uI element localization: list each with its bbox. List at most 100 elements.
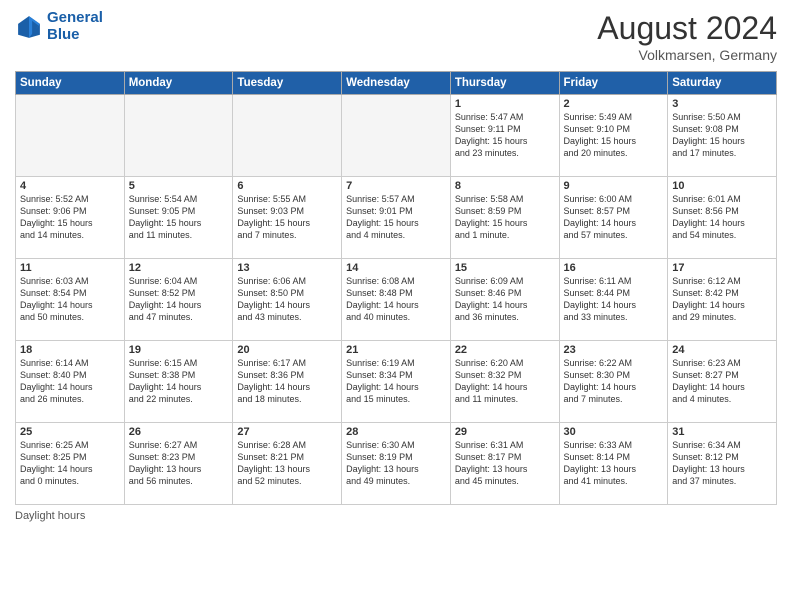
day-info: Sunrise: 6:06 AM Sunset: 8:50 PM Dayligh… xyxy=(237,275,337,324)
day-number: 13 xyxy=(237,262,337,274)
day-info: Sunrise: 5:57 AM Sunset: 9:01 PM Dayligh… xyxy=(346,193,446,242)
table-row: 4Sunrise: 5:52 AM Sunset: 9:06 PM Daylig… xyxy=(16,177,125,259)
day-number: 3 xyxy=(672,98,772,110)
day-info: Sunrise: 6:01 AM Sunset: 8:56 PM Dayligh… xyxy=(672,193,772,242)
day-info: Sunrise: 6:30 AM Sunset: 8:19 PM Dayligh… xyxy=(346,439,446,488)
table-row: 28Sunrise: 6:30 AM Sunset: 8:19 PM Dayli… xyxy=(342,423,451,505)
col-friday: Friday xyxy=(559,72,668,95)
table-row: 15Sunrise: 6:09 AM Sunset: 8:46 PM Dayli… xyxy=(450,259,559,341)
day-info: Sunrise: 6:31 AM Sunset: 8:17 PM Dayligh… xyxy=(455,439,555,488)
day-number: 4 xyxy=(20,180,120,192)
calendar-week-row: 4Sunrise: 5:52 AM Sunset: 9:06 PM Daylig… xyxy=(16,177,777,259)
day-info: Sunrise: 6:12 AM Sunset: 8:42 PM Dayligh… xyxy=(672,275,772,324)
title-block: August 2024 Volkmarsen, Germany xyxy=(597,10,777,63)
table-row: 19Sunrise: 6:15 AM Sunset: 8:38 PM Dayli… xyxy=(124,341,233,423)
col-saturday: Saturday xyxy=(668,72,777,95)
footer-label: Daylight hours xyxy=(15,510,85,522)
table-row: 21Sunrise: 6:19 AM Sunset: 8:34 PM Dayli… xyxy=(342,341,451,423)
day-info: Sunrise: 5:58 AM Sunset: 8:59 PM Dayligh… xyxy=(455,193,555,242)
table-row: 26Sunrise: 6:27 AM Sunset: 8:23 PM Dayli… xyxy=(124,423,233,505)
day-info: Sunrise: 6:11 AM Sunset: 8:44 PM Dayligh… xyxy=(564,275,664,324)
day-number: 20 xyxy=(237,344,337,356)
table-row: 8Sunrise: 5:58 AM Sunset: 8:59 PM Daylig… xyxy=(450,177,559,259)
logo-icon xyxy=(15,13,43,41)
table-row xyxy=(233,95,342,177)
table-row: 20Sunrise: 6:17 AM Sunset: 8:36 PM Dayli… xyxy=(233,341,342,423)
table-row xyxy=(124,95,233,177)
calendar-week-row: 1Sunrise: 5:47 AM Sunset: 9:11 PM Daylig… xyxy=(16,95,777,177)
table-row: 27Sunrise: 6:28 AM Sunset: 8:21 PM Dayli… xyxy=(233,423,342,505)
table-row: 3Sunrise: 5:50 AM Sunset: 9:08 PM Daylig… xyxy=(668,95,777,177)
logo-text: General Blue xyxy=(47,10,103,43)
location: Volkmarsen, Germany xyxy=(597,47,777,63)
day-number: 2 xyxy=(564,98,664,110)
day-number: 30 xyxy=(564,426,664,438)
day-number: 17 xyxy=(672,262,772,274)
day-number: 1 xyxy=(455,98,555,110)
day-number: 14 xyxy=(346,262,446,274)
day-number: 24 xyxy=(672,344,772,356)
day-number: 22 xyxy=(455,344,555,356)
table-row: 1Sunrise: 5:47 AM Sunset: 9:11 PM Daylig… xyxy=(450,95,559,177)
col-sunday: Sunday xyxy=(16,72,125,95)
day-info: Sunrise: 5:52 AM Sunset: 9:06 PM Dayligh… xyxy=(20,193,120,242)
calendar-week-row: 11Sunrise: 6:03 AM Sunset: 8:54 PM Dayli… xyxy=(16,259,777,341)
logo: General Blue xyxy=(15,10,103,43)
day-info: Sunrise: 6:08 AM Sunset: 8:48 PM Dayligh… xyxy=(346,275,446,324)
day-number: 9 xyxy=(564,180,664,192)
table-row: 12Sunrise: 6:04 AM Sunset: 8:52 PM Dayli… xyxy=(124,259,233,341)
table-row: 13Sunrise: 6:06 AM Sunset: 8:50 PM Dayli… xyxy=(233,259,342,341)
day-info: Sunrise: 6:04 AM Sunset: 8:52 PM Dayligh… xyxy=(129,275,229,324)
logo-line1: General xyxy=(47,9,103,26)
day-number: 12 xyxy=(129,262,229,274)
table-row: 6Sunrise: 5:55 AM Sunset: 9:03 PM Daylig… xyxy=(233,177,342,259)
day-number: 25 xyxy=(20,426,120,438)
day-number: 5 xyxy=(129,180,229,192)
day-number: 19 xyxy=(129,344,229,356)
day-number: 6 xyxy=(237,180,337,192)
table-row: 23Sunrise: 6:22 AM Sunset: 8:30 PM Dayli… xyxy=(559,341,668,423)
calendar-week-row: 25Sunrise: 6:25 AM Sunset: 8:25 PM Dayli… xyxy=(16,423,777,505)
day-info: Sunrise: 6:19 AM Sunset: 8:34 PM Dayligh… xyxy=(346,357,446,406)
day-number: 28 xyxy=(346,426,446,438)
day-info: Sunrise: 6:28 AM Sunset: 8:21 PM Dayligh… xyxy=(237,439,337,488)
day-number: 8 xyxy=(455,180,555,192)
day-info: Sunrise: 6:23 AM Sunset: 8:27 PM Dayligh… xyxy=(672,357,772,406)
day-number: 15 xyxy=(455,262,555,274)
day-number: 10 xyxy=(672,180,772,192)
day-info: Sunrise: 6:33 AM Sunset: 8:14 PM Dayligh… xyxy=(564,439,664,488)
table-row: 30Sunrise: 6:33 AM Sunset: 8:14 PM Dayli… xyxy=(559,423,668,505)
header: General Blue August 2024 Volkmarsen, Ger… xyxy=(15,10,777,63)
day-info: Sunrise: 5:50 AM Sunset: 9:08 PM Dayligh… xyxy=(672,111,772,160)
col-thursday: Thursday xyxy=(450,72,559,95)
table-row xyxy=(342,95,451,177)
day-number: 27 xyxy=(237,426,337,438)
table-row: 7Sunrise: 5:57 AM Sunset: 9:01 PM Daylig… xyxy=(342,177,451,259)
table-row: 25Sunrise: 6:25 AM Sunset: 8:25 PM Dayli… xyxy=(16,423,125,505)
table-row: 22Sunrise: 6:20 AM Sunset: 8:32 PM Dayli… xyxy=(450,341,559,423)
table-row: 9Sunrise: 6:00 AM Sunset: 8:57 PM Daylig… xyxy=(559,177,668,259)
day-number: 16 xyxy=(564,262,664,274)
day-info: Sunrise: 6:25 AM Sunset: 8:25 PM Dayligh… xyxy=(20,439,120,488)
day-info: Sunrise: 5:54 AM Sunset: 9:05 PM Dayligh… xyxy=(129,193,229,242)
day-info: Sunrise: 5:49 AM Sunset: 9:10 PM Dayligh… xyxy=(564,111,664,160)
table-row: 24Sunrise: 6:23 AM Sunset: 8:27 PM Dayli… xyxy=(668,341,777,423)
day-info: Sunrise: 6:00 AM Sunset: 8:57 PM Dayligh… xyxy=(564,193,664,242)
day-number: 11 xyxy=(20,262,120,274)
table-row: 31Sunrise: 6:34 AM Sunset: 8:12 PM Dayli… xyxy=(668,423,777,505)
day-info: Sunrise: 6:22 AM Sunset: 8:30 PM Dayligh… xyxy=(564,357,664,406)
day-info: Sunrise: 6:17 AM Sunset: 8:36 PM Dayligh… xyxy=(237,357,337,406)
col-monday: Monday xyxy=(124,72,233,95)
table-row: 16Sunrise: 6:11 AM Sunset: 8:44 PM Dayli… xyxy=(559,259,668,341)
day-number: 7 xyxy=(346,180,446,192)
day-info: Sunrise: 5:47 AM Sunset: 9:11 PM Dayligh… xyxy=(455,111,555,160)
footer-note: Daylight hours xyxy=(15,510,777,522)
table-row: 10Sunrise: 6:01 AM Sunset: 8:56 PM Dayli… xyxy=(668,177,777,259)
day-info: Sunrise: 6:20 AM Sunset: 8:32 PM Dayligh… xyxy=(455,357,555,406)
table-row: 14Sunrise: 6:08 AM Sunset: 8:48 PM Dayli… xyxy=(342,259,451,341)
day-info: Sunrise: 6:03 AM Sunset: 8:54 PM Dayligh… xyxy=(20,275,120,324)
day-number: 23 xyxy=(564,344,664,356)
day-number: 26 xyxy=(129,426,229,438)
col-wednesday: Wednesday xyxy=(342,72,451,95)
day-info: Sunrise: 6:09 AM Sunset: 8:46 PM Dayligh… xyxy=(455,275,555,324)
